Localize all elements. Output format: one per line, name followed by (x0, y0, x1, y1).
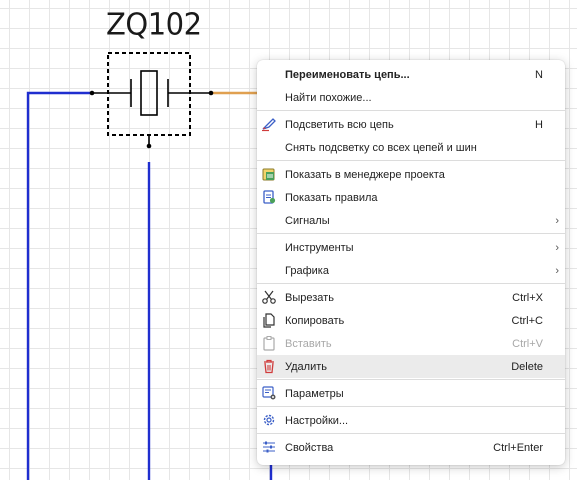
paste-icon (261, 335, 277, 351)
menu-item-label: Найти похожие... (285, 91, 372, 104)
parameters-icon (261, 385, 277, 401)
menu-item-4-2-paste[interactable]: Вставить Ctrl+V (257, 332, 565, 355)
menu-item-label: Графика (285, 264, 329, 277)
menu-item-6-0-gear[interactable]: Настройки... (257, 409, 565, 432)
rules-icon (261, 189, 277, 205)
menu-item-label: Подсветить всю цепь (285, 118, 394, 131)
menu-separator (257, 406, 565, 407)
menu-separator (257, 160, 565, 161)
wire-left[interactable] (26, 91, 92, 480)
menu-item-4-3-trash[interactable]: Удалить Delete (257, 355, 565, 378)
menu-item-label: Показать правила (285, 191, 378, 204)
menu-item-label: Удалить (285, 360, 327, 373)
trash-icon (261, 358, 277, 374)
menu-item-shortcut: N (535, 68, 543, 81)
chevron-right-icon: › (555, 214, 559, 227)
menu-item-label: Снять подсветку со всех цепей и шин (285, 141, 477, 154)
menu-item-label: Настройки... (285, 414, 349, 427)
crystal-component[interactable] (89, 52, 214, 149)
menu-item-shortcut: Delete (511, 360, 543, 373)
scissors-icon (261, 289, 277, 305)
menu-item-2-0-project-manager[interactable]: Показать в менеджере проекта (257, 163, 565, 186)
menu-item-label: Переименовать цепь... (285, 68, 410, 81)
menu-item-0-1[interactable]: Найти похожие... (257, 86, 565, 109)
project-manager-icon (261, 166, 277, 182)
menu-item-4-0-scissors[interactable]: Вырезать Ctrl+X (257, 286, 565, 309)
menu-item-1-1[interactable]: Снять подсветку со всех цепей и шин (257, 136, 565, 159)
chevron-right-icon: › (555, 264, 559, 277)
menu-item-label: Вырезать (285, 291, 334, 304)
menu-item-label: Показать в менеджере проекта (285, 168, 445, 181)
menu-item-shortcut: H (535, 118, 543, 131)
menu-item-label: Инструменты (285, 241, 354, 254)
menu-separator (257, 283, 565, 284)
menu-item-label: Параметры (285, 387, 344, 400)
copy-icon (261, 312, 277, 328)
gear-icon (261, 412, 277, 428)
menu-item-1-0-highlighter[interactable]: Подсветить всю цепь H (257, 113, 565, 136)
menu-item-7-0-sliders[interactable]: Свойства Ctrl+Enter (257, 436, 565, 459)
menu-item-shortcut: Ctrl+C (511, 314, 543, 327)
menu-separator (257, 110, 565, 111)
menu-item-2-2[interactable]: Сигналы › (257, 209, 565, 232)
menu-separator (257, 433, 565, 434)
menu-separator (257, 233, 565, 234)
context-menu: Переименовать цепь... N Найти похожие... По… (257, 60, 565, 465)
menu-item-shortcut: Ctrl+Enter (493, 441, 543, 454)
menu-item-4-1-copy[interactable]: Копировать Ctrl+C (257, 309, 565, 332)
menu-item-shortcut: Ctrl+X (512, 291, 543, 304)
menu-item-shortcut: Ctrl+V (512, 337, 543, 350)
menu-item-3-0[interactable]: Инструменты › (257, 236, 565, 259)
sliders-icon (261, 439, 277, 455)
menu-item-2-1-rules[interactable]: Показать правила (257, 186, 565, 209)
chevron-right-icon: › (555, 241, 559, 254)
menu-item-label: Вставить (285, 337, 332, 350)
highlighter-icon (261, 116, 277, 132)
menu-item-label: Сигналы (285, 214, 330, 227)
menu-item-label: Копировать (285, 314, 345, 327)
menu-separator (257, 379, 565, 380)
menu-item-label: Свойства (285, 441, 334, 454)
menu-item-0-0[interactable]: Переименовать цепь... N (257, 63, 565, 86)
component-designator: ZQ102 (106, 6, 202, 42)
menu-item-5-0-parameters[interactable]: Параметры (257, 382, 565, 405)
menu-item-3-1[interactable]: Графика › (257, 259, 565, 282)
